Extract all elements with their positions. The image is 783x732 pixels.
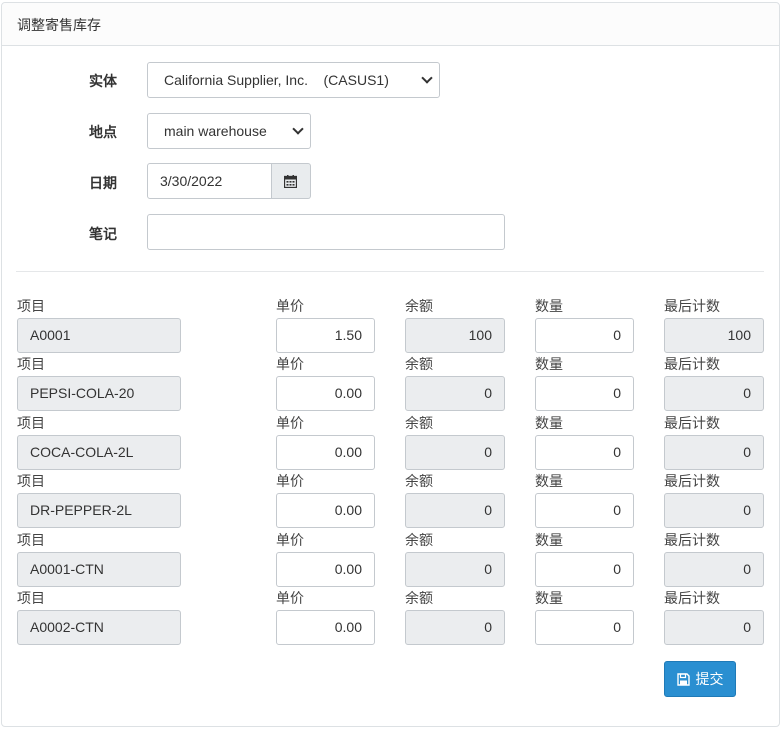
location-select[interactable]: main warehouse <box>147 113 311 149</box>
balance-col-label: 余额 <box>405 356 433 372</box>
balance-field: 0 <box>405 435 505 470</box>
quantity-input[interactable]: 0 <box>535 552 634 587</box>
submit-label: 提交 <box>695 671 724 687</box>
date-picker-button[interactable] <box>272 163 311 199</box>
panel-title: 调整寄售库存 <box>2 3 779 46</box>
last-count-field: 0 <box>664 376 764 411</box>
quantity-col-label: 数量 <box>535 590 563 606</box>
balance-col-label: 余额 <box>405 590 433 606</box>
unit-price-col-label: 单价 <box>276 356 304 372</box>
item-col-label: 项目 <box>17 473 45 489</box>
last-count-col-label: 最后计数 <box>664 415 720 431</box>
balance-col-label: 余额 <box>405 298 433 314</box>
chevron-down-icon <box>421 72 433 84</box>
item-col-label: 项目 <box>17 532 45 548</box>
quantity-col-label: 数量 <box>535 298 563 314</box>
location-select-value: main warehouse <box>164 123 267 139</box>
unit-price-col-label: 单价 <box>276 298 304 314</box>
calendar-icon <box>284 175 297 188</box>
entity-select[interactable]: California Supplier, Inc. (CASUS1) <box>147 62 440 98</box>
date-label: 日期 <box>89 175 117 191</box>
balance-field: 0 <box>405 610 505 645</box>
item-col-label: 项目 <box>17 415 45 431</box>
balance-col-label: 余额 <box>405 473 433 489</box>
unit-price-col-label: 单价 <box>276 415 304 431</box>
last-count-col-label: 最后计数 <box>664 590 720 606</box>
last-count-col-label: 最后计数 <box>664 473 720 489</box>
unit-price-input[interactable]: 0.00 <box>276 435 375 470</box>
form-divider <box>16 271 764 272</box>
quantity-input[interactable]: 0 <box>535 610 634 645</box>
item-field: COCA-COLA-2L <box>17 435 181 470</box>
last-count-field: 0 <box>664 610 764 645</box>
unit-price-col-label: 单价 <box>276 590 304 606</box>
item-field: PEPSI-COLA-20 <box>17 376 181 411</box>
quantity-col-label: 数量 <box>535 415 563 431</box>
last-count-col-label: 最后计数 <box>664 298 720 314</box>
unit-price-input[interactable]: 0.00 <box>276 376 375 411</box>
balance-field: 0 <box>405 493 505 528</box>
entity-select-value: California Supplier, Inc. (CASUS1) <box>164 72 389 88</box>
quantity-input[interactable]: 0 <box>535 318 634 353</box>
item-field: A0001 <box>17 318 181 353</box>
balance-field: 100 <box>405 318 505 353</box>
note-input[interactable] <box>147 214 505 250</box>
quantity-col-label: 数量 <box>535 356 563 372</box>
unit-price-input[interactable]: 0.00 <box>276 493 375 528</box>
unit-price-col-label: 单价 <box>276 532 304 548</box>
date-input[interactable]: 3/30/2022 <box>147 163 272 199</box>
save-icon <box>676 673 690 686</box>
balance-field: 0 <box>405 376 505 411</box>
balance-field: 0 <box>405 552 505 587</box>
balance-col-label: 余额 <box>405 415 433 431</box>
last-count-field: 0 <box>664 552 764 587</box>
item-field: A0001-CTN <box>17 552 181 587</box>
submit-button[interactable]: 提交 <box>664 661 736 697</box>
last-count-col-label: 最后计数 <box>664 532 720 548</box>
item-field: DR-PEPPER-2L <box>17 493 181 528</box>
note-label: 笔记 <box>89 226 117 242</box>
quantity-input[interactable]: 0 <box>535 493 634 528</box>
chevron-down-icon <box>292 123 304 135</box>
last-count-field: 100 <box>664 318 764 353</box>
item-col-label: 项目 <box>17 298 45 314</box>
item-col-label: 项目 <box>17 356 45 372</box>
balance-col-label: 余额 <box>405 532 433 548</box>
quantity-col-label: 数量 <box>535 532 563 548</box>
quantity-col-label: 数量 <box>535 473 563 489</box>
item-field: A0002-CTN <box>17 610 181 645</box>
quantity-input[interactable]: 0 <box>535 435 634 470</box>
unit-price-input[interactable]: 1.50 <box>276 318 375 353</box>
quantity-input[interactable]: 0 <box>535 376 634 411</box>
location-label: 地点 <box>89 124 117 140</box>
unit-price-input[interactable]: 0.00 <box>276 552 375 587</box>
entity-label: 实体 <box>89 73 117 89</box>
last-count-field: 0 <box>664 493 764 528</box>
unit-price-col-label: 单价 <box>276 473 304 489</box>
unit-price-input[interactable]: 0.00 <box>276 610 375 645</box>
last-count-field: 0 <box>664 435 764 470</box>
last-count-col-label: 最后计数 <box>664 356 720 372</box>
item-col-label: 项目 <box>17 590 45 606</box>
